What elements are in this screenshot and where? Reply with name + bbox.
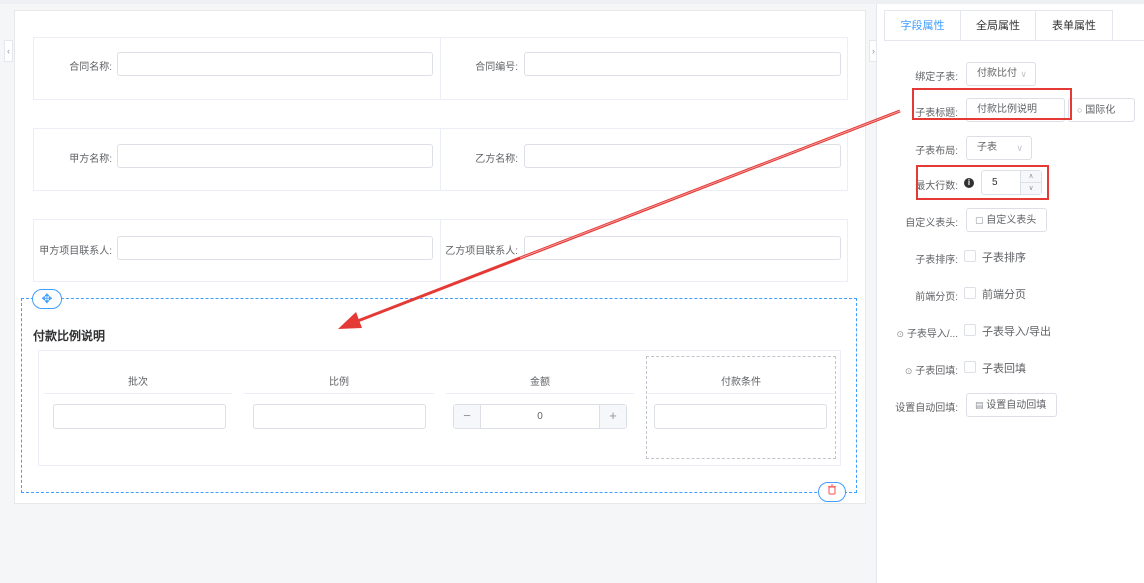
frontend-paging-checkbox[interactable]	[964, 287, 976, 299]
subtable-sort-checkbox-label[interactable]: 子表排序	[982, 249, 1026, 265]
plus-button[interactable]: +	[599, 405, 626, 428]
chevron-down-icon: ∨	[1016, 143, 1023, 153]
subtable-import-checkbox[interactable]	[964, 324, 976, 336]
bind-subtable-select[interactable]: 付款比付 ∨	[966, 62, 1036, 86]
subtable-backfill-checkbox[interactable]	[964, 361, 976, 373]
subtable-layout-select[interactable]: 子表 ∨	[966, 136, 1032, 160]
header-divider	[648, 393, 834, 394]
custom-header-label: 自定义表头:	[905, 218, 958, 229]
subtable-title: 付款比例说明	[33, 329, 106, 343]
contract-no-input[interactable]	[524, 52, 841, 76]
subtable-sort-label: 子表排序:	[915, 255, 958, 266]
move-icon[interactable]: ✥	[32, 289, 62, 309]
tabs-underline	[884, 40, 1144, 41]
custom-header-button[interactable]: ▢ 自定义表头	[966, 208, 1047, 232]
tab-global-properties[interactable]: 全局属性	[960, 10, 1036, 41]
party-a-name-label: 甲方名称:	[69, 154, 112, 165]
tab-form-properties[interactable]: 表单属性	[1035, 10, 1113, 41]
minus-button[interactable]: −	[454, 405, 481, 428]
subtable-import-label: ⊙ 子表导入/...	[880, 325, 958, 340]
bind-subtable-label: 绑定子表:	[915, 72, 958, 83]
party-a-name-input[interactable]	[117, 144, 433, 168]
party-b-name-input[interactable]	[524, 144, 841, 168]
frontend-paging-label: 前端分页:	[915, 292, 958, 303]
chevron-down-icon: ∨	[1020, 69, 1027, 79]
party-b-contact-input[interactable]	[524, 236, 841, 260]
header-divider	[446, 393, 634, 394]
condition-input[interactable]	[654, 404, 827, 429]
auto-backfill-button[interactable]: ▤ 设置自动回填	[966, 393, 1057, 417]
ratio-input[interactable]	[253, 404, 426, 429]
column-header-condition: 付款条件	[721, 377, 761, 388]
header-divider	[44, 393, 232, 394]
subtable-import-checkbox-label[interactable]: 子表导入/导出	[982, 323, 1051, 339]
collapse-left-handle[interactable]: ‹	[4, 40, 13, 62]
question-icon: ⊙	[904, 366, 913, 376]
highlight-max-rows	[916, 165, 1049, 200]
subtable-import-label-text: 子表导入/...	[906, 329, 958, 340]
trash-icon[interactable]	[818, 482, 846, 502]
subtable-layout-value: 子表	[977, 142, 997, 153]
subtable-layout-label: 子表布局:	[915, 146, 958, 157]
party-b-name-label: 乙方名称:	[475, 154, 518, 165]
auto-backfill-button-label: 设置自动回填	[986, 400, 1047, 411]
edit-icon: ▢	[975, 215, 984, 225]
column-header-amount: 金额	[530, 377, 550, 388]
custom-header-button-label: 自定义表头	[986, 215, 1037, 226]
i18n-button-label: 国际化	[1085, 105, 1116, 116]
frontend-paging-checkbox-label[interactable]: 前端分页	[982, 286, 1026, 302]
search-icon: ○	[1077, 105, 1083, 115]
amount-stepper[interactable]: − 0 +	[453, 404, 627, 429]
i18n-button[interactable]: ○ 国际化	[1068, 98, 1135, 122]
party-a-contact-input[interactable]	[117, 236, 433, 260]
party-a-contact-label: 甲方项目联系人:	[39, 246, 112, 257]
batch-input[interactable]	[53, 404, 226, 429]
subtable-backfill-checkbox-label[interactable]: 子表回填	[982, 360, 1026, 376]
party-b-contact-label: 乙方项目联系人:	[445, 246, 518, 257]
contract-no-label: 合同编号:	[475, 62, 518, 73]
auto-backfill-label: 设置自动回填:	[895, 403, 958, 414]
contract-name-label: 合同名称:	[69, 62, 112, 73]
contract-name-input[interactable]	[117, 52, 433, 76]
subtable-backfill-label: ⊙ 子表回填:	[880, 362, 958, 377]
column-header-ratio: 比例	[329, 377, 349, 388]
highlight-subtable-title	[912, 88, 1072, 120]
header-divider	[244, 393, 434, 394]
question-icon: ⊙	[896, 329, 905, 339]
settings-icon: ▤	[975, 400, 984, 410]
subtable-sort-checkbox[interactable]	[964, 250, 976, 262]
amount-value[interactable]: 0	[480, 405, 600, 428]
bind-subtable-value: 付款比付	[977, 68, 1017, 79]
column-header-batch: 批次	[128, 377, 148, 388]
tab-field-properties[interactable]: 字段属性	[884, 10, 961, 41]
subtable-backfill-label-text: 子表回填:	[915, 366, 958, 377]
